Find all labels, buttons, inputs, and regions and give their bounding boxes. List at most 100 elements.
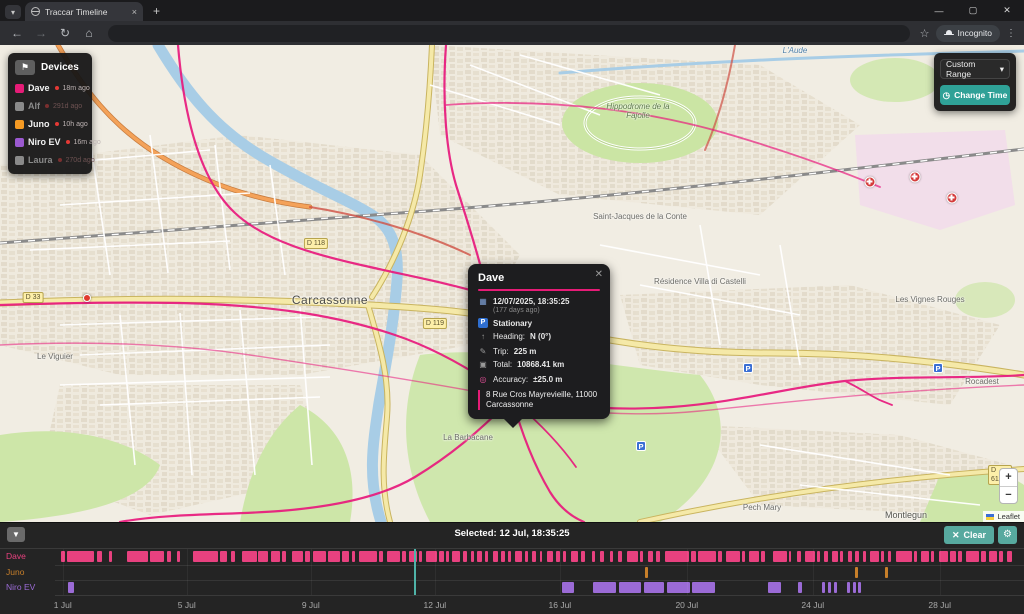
- close-button[interactable]: ✕: [990, 0, 1024, 21]
- calendar-icon: ▦: [478, 297, 488, 306]
- zoom-out-button[interactable]: −: [1000, 486, 1017, 503]
- timeline-bar: [870, 551, 879, 562]
- timeline-bar: [817, 551, 820, 562]
- timeline-axis-tick: 28 Jul: [928, 600, 951, 610]
- timeline-bar: [726, 551, 741, 562]
- timeline-settings-button[interactable]: ⚙: [998, 526, 1017, 544]
- timeline-bar: [109, 551, 112, 562]
- timeline-gridline: [187, 549, 188, 595]
- timeline-bar: [627, 551, 639, 562]
- timeline-gridline: [63, 549, 64, 595]
- timeline-panel: ▼ Selected: 12 Jul, 18:35:25 ✕ Clear ⚙ D…: [0, 522, 1024, 614]
- device-row[interactable]: Alf291d ago: [15, 97, 85, 115]
- timeline-bar: [981, 551, 986, 562]
- leaflet-link[interactable]: Leaflet: [997, 512, 1020, 521]
- device-status-dot: [45, 104, 49, 108]
- maximize-button[interactable]: ▢: [956, 0, 990, 21]
- timeline-row-label: Niro EV: [6, 580, 35, 595]
- forward-button[interactable]: →: [32, 26, 50, 40]
- popup-status: Stationary: [493, 319, 532, 328]
- timeline-bar: [231, 551, 235, 562]
- popup-heading-value: N (0°): [530, 332, 551, 341]
- device-status-dot: [55, 86, 59, 90]
- tab-search-button[interactable]: ▾: [5, 5, 21, 19]
- clear-label: Clear: [963, 530, 986, 540]
- back-button[interactable]: ←: [8, 26, 26, 40]
- parking-marker[interactable]: P: [933, 363, 943, 373]
- timeline-bar: [342, 551, 349, 562]
- clear-button[interactable]: ✕ Clear: [944, 526, 994, 544]
- hospital-marker[interactable]: [910, 172, 921, 183]
- browser-menu-button[interactable]: ⋮: [1006, 28, 1016, 39]
- timeline-bar: [220, 551, 228, 562]
- device-row[interactable]: Dave18m ago: [15, 79, 85, 97]
- poi-marker[interactable]: [83, 294, 91, 302]
- timeline-bar: [439, 551, 444, 562]
- devices-flag-icon[interactable]: ⚑: [15, 60, 35, 75]
- timeline-bar: [691, 551, 696, 562]
- timeline-bar: [698, 551, 715, 562]
- parking-marker[interactable]: P: [743, 363, 753, 373]
- device-row[interactable]: Laura270d ago: [15, 151, 85, 169]
- timeline-axis-tick: 9 Jul: [302, 600, 320, 610]
- incognito-icon: [944, 30, 954, 37]
- map-zoom-control: + −: [999, 468, 1018, 504]
- hospital-marker[interactable]: [947, 193, 958, 204]
- timeline-gridline: [560, 549, 561, 595]
- timeline-bar: [501, 551, 505, 562]
- reload-button[interactable]: ↻: [56, 26, 74, 40]
- timeline-tracks[interactable]: [55, 549, 1024, 595]
- timeline-bar: [610, 551, 613, 562]
- timeline-bar: [640, 551, 643, 562]
- range-select[interactable]: Custom Range ▾: [940, 59, 1010, 79]
- timeline-bar: [822, 582, 825, 593]
- road-shield: D 119: [423, 318, 447, 329]
- address-bar[interactable]: [108, 25, 910, 42]
- change-time-button[interactable]: ◷ Change Time: [940, 85, 1010, 105]
- leaflet-attribution[interactable]: Leaflet: [983, 511, 1024, 522]
- timeline-row-separator: [55, 580, 1024, 581]
- parking-icon: P: [478, 318, 488, 328]
- timeline-gridline: [940, 549, 941, 595]
- minimize-button[interactable]: —: [922, 0, 956, 21]
- bookmark-star-icon[interactable]: ☆: [920, 27, 930, 40]
- timeline-bar: [532, 551, 536, 562]
- device-ago: 16m ago: [74, 139, 101, 146]
- timeline-axis-tick: 24 Jul: [801, 600, 824, 610]
- device-name: Niro EV: [28, 137, 61, 147]
- home-button[interactable]: ⌂: [80, 26, 98, 40]
- timeline-axis-tick: 1 Jul: [54, 600, 72, 610]
- popup-close-icon[interactable]: ✕: [595, 269, 603, 280]
- timeline-bar: [989, 551, 997, 562]
- change-time-label: Change Time: [954, 90, 1007, 100]
- parking-marker[interactable]: P: [636, 441, 646, 451]
- new-tab-button[interactable]: +: [153, 4, 160, 18]
- popup-total-value: 10868.41 km: [517, 360, 564, 369]
- timeline-bar: [881, 551, 885, 562]
- timeline-axis: 1 Jul5 Jul9 Jul12 Jul16 Jul20 Jul24 Jul2…: [55, 595, 1024, 613]
- device-status-dot: [58, 158, 62, 162]
- device-row[interactable]: Juno10h ago: [15, 115, 85, 133]
- tab-close-icon[interactable]: ×: [132, 7, 137, 17]
- map-label: Saint-Jacques de la Conte: [593, 212, 687, 221]
- hospital-marker[interactable]: [865, 177, 876, 188]
- device-color-swatch: [15, 120, 24, 129]
- device-color-swatch: [15, 84, 24, 93]
- browser-tab[interactable]: Traccar Timeline ×: [25, 2, 143, 21]
- timeline-bar: [888, 551, 891, 562]
- popup-address: 8 Rue Cros Mayrevieille, 11000 Carcasson…: [478, 390, 600, 410]
- map-label: Résidence Villa di Castelli: [654, 277, 746, 286]
- zoom-in-button[interactable]: +: [1000, 469, 1017, 486]
- device-name: Alf: [28, 101, 40, 111]
- timeline-bar: [67, 551, 94, 562]
- popup-title: Dave: [478, 272, 600, 284]
- map[interactable]: CarcassonneHippodrome de la FajolleL'Aud…: [0, 45, 1024, 522]
- timeline-bar: [242, 551, 257, 562]
- popup-ago: (177 days ago): [493, 307, 600, 314]
- device-row[interactable]: Niro EV16m ago: [15, 133, 85, 151]
- time-range-panel: Custom Range ▾ ◷ Change Time: [934, 53, 1016, 111]
- timeline-bar: [742, 551, 745, 562]
- clock-icon: ◷: [943, 90, 950, 101]
- timeline-bar: [150, 551, 165, 562]
- timeline-bar: [855, 567, 857, 578]
